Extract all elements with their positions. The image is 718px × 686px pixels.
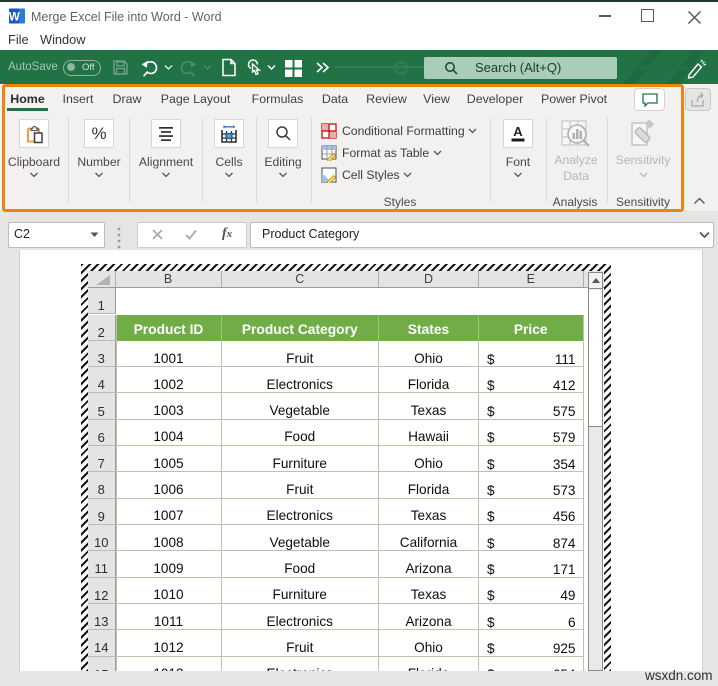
svg-text:W: W [9, 12, 20, 24]
svg-text:A: A [513, 124, 523, 139]
